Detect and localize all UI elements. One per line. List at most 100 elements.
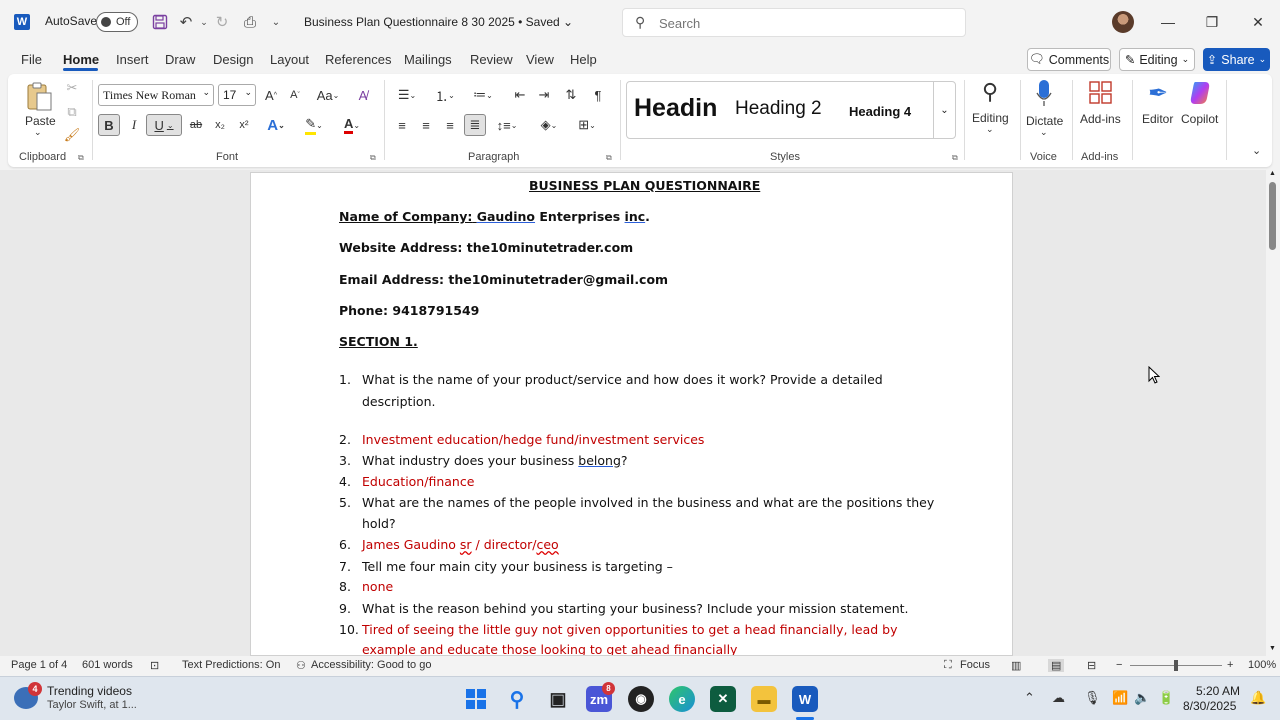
- notifications-icon[interactable]: 🔔: [1250, 690, 1266, 706]
- tab-design[interactable]: Design: [213, 52, 253, 67]
- web-layout-icon[interactable]: ⊟: [1087, 659, 1096, 672]
- align-right-icon[interactable]: ≡: [440, 114, 460, 136]
- tab-file[interactable]: File: [21, 52, 42, 67]
- text-effects-icon[interactable]: A ⌄: [262, 114, 290, 136]
- increase-indent-icon[interactable]: ⇥: [534, 84, 554, 106]
- read-mode-icon[interactable]: ▥: [1011, 659, 1021, 672]
- accessibility-status[interactable]: Accessibility: Good to go: [311, 659, 431, 671]
- widget-title[interactable]: Trending videos: [47, 684, 132, 698]
- styles-launcher-icon[interactable]: ⧉: [952, 153, 958, 163]
- tab-draw[interactable]: Draw: [165, 52, 195, 67]
- copy-icon[interactable]: ⧉: [64, 104, 80, 120]
- focus-button[interactable]: Focus: [960, 659, 990, 671]
- proofing-icon[interactable]: ⊡: [150, 659, 159, 672]
- comments-button[interactable]: 🗨 Comments: [1027, 48, 1111, 71]
- autosave-toggle[interactable]: Off: [96, 12, 138, 32]
- shrink-font-icon[interactable]: Aˇ: [286, 84, 304, 106]
- editor-icon[interactable]: ✒: [1144, 78, 1172, 108]
- search-box[interactable]: ⚲: [622, 8, 966, 37]
- add-ins-icon[interactable]: [1088, 80, 1114, 106]
- style-heading-1[interactable]: Headin: [634, 94, 717, 123]
- restore-icon[interactable]: ❐: [1200, 10, 1224, 34]
- strikethrough-button[interactable]: ab: [186, 114, 206, 136]
- scroll-up-icon[interactable]: ▲: [1269, 170, 1276, 177]
- scroll-thumb[interactable]: [1269, 182, 1276, 250]
- tab-home[interactable]: Home: [63, 52, 99, 67]
- undo-dropdown-icon[interactable]: ⌄: [194, 12, 214, 32]
- style-heading-4[interactable]: Heading 4: [849, 104, 911, 119]
- edge-icon[interactable]: e: [669, 686, 695, 712]
- text-predictions-status[interactable]: Text Predictions: On: [182, 659, 280, 671]
- font-launcher-icon[interactable]: ⧉: [370, 153, 376, 163]
- paste-label[interactable]: Paste: [25, 114, 56, 128]
- highlight-icon[interactable]: ✎ ⌄: [300, 114, 328, 136]
- quick-print-icon[interactable]: ⎙: [240, 12, 260, 32]
- multilevel-list-icon[interactable]: ≔ ⌄: [468, 84, 498, 106]
- tab-references[interactable]: References: [325, 52, 391, 67]
- page-count[interactable]: Page 1 of 4: [11, 659, 67, 671]
- microphone-tray-icon[interactable]: 🎙: [1084, 690, 1101, 706]
- share-button[interactable]: ⇪ Share ⌄: [1203, 48, 1270, 71]
- search-taskbar-icon[interactable]: ⚲: [504, 686, 530, 712]
- styles-gallery[interactable]: Headin Heading 2 Heading 4 ⌄: [626, 81, 956, 139]
- close-icon[interactable]: ✕: [1246, 10, 1270, 34]
- copilot-icon[interactable]: [1186, 80, 1214, 106]
- document-page[interactable]: BUSINESS PLAN QUESTIONNAIRE Name of Comp…: [250, 172, 1013, 656]
- bold-button[interactable]: B: [98, 114, 120, 136]
- align-center-icon[interactable]: ≡: [416, 114, 436, 136]
- start-icon[interactable]: [463, 686, 489, 712]
- dictate-label[interactable]: Dictate: [1026, 114, 1063, 128]
- editing-group-button[interactable]: Editing: [972, 111, 1009, 125]
- paste-dropdown-icon[interactable]: ⌄: [34, 127, 42, 138]
- align-left-icon[interactable]: ≡: [392, 114, 412, 136]
- bullets-icon[interactable]: ☰ ⌄: [392, 84, 422, 106]
- zoom-in-button[interactable]: +: [1227, 659, 1233, 671]
- change-case-icon[interactable]: Aa ⌄: [314, 84, 342, 106]
- add-ins-button[interactable]: Add-ins: [1080, 112, 1121, 126]
- style-heading-2[interactable]: Heading 2: [735, 98, 822, 120]
- tab-help[interactable]: Help: [570, 52, 597, 67]
- sort-icon[interactable]: ⇅: [560, 84, 582, 106]
- copilot-button[interactable]: Copilot: [1181, 112, 1218, 126]
- line-spacing-icon[interactable]: ↕≡ ⌄: [492, 114, 522, 136]
- wifi-icon[interactable]: 📶: [1112, 690, 1128, 706]
- font-size-select[interactable]: 17 ⌄: [218, 84, 256, 106]
- format-painter-icon[interactable]: 🖌: [64, 127, 81, 143]
- task-view-icon[interactable]: ▣: [545, 686, 571, 712]
- numbering-icon[interactable]: ⒈ ⌄: [430, 84, 460, 106]
- editor-button[interactable]: Editor: [1142, 112, 1173, 126]
- styles-more-icon[interactable]: ⌄: [933, 82, 955, 138]
- font-color-icon[interactable]: A ⌄: [338, 114, 366, 136]
- clear-formatting-icon[interactable]: A̸: [352, 84, 374, 106]
- underline-button[interactable]: U ⌄: [146, 114, 182, 136]
- search-input[interactable]: [659, 14, 949, 32]
- file-explorer-icon[interactable]: ▬: [751, 686, 777, 712]
- justify-icon[interactable]: ≣: [464, 114, 486, 136]
- word-count[interactable]: 601 words: [82, 659, 133, 671]
- customize-toolbar-icon[interactable]: ⌄: [266, 12, 286, 32]
- zoom-slider-thumb[interactable]: [1174, 660, 1178, 671]
- superscript-button[interactable]: x²: [234, 114, 254, 136]
- save-icon[interactable]: [150, 12, 170, 32]
- obs-icon[interactable]: ◉: [628, 686, 654, 712]
- tab-review[interactable]: Review: [470, 52, 513, 67]
- cut-icon[interactable]: ✂: [64, 80, 80, 96]
- clock-date[interactable]: 8/30/2025: [1183, 699, 1236, 713]
- find-icon[interactable]: ⚲: [976, 78, 1004, 106]
- document-title[interactable]: Business Plan Questionnaire 8 30 2025 • …: [304, 15, 573, 29]
- clock-time[interactable]: 5:20 AM: [1196, 684, 1240, 698]
- battery-icon[interactable]: 🔋: [1158, 690, 1174, 706]
- widget-subtitle[interactable]: Taylor Swift, at 1...: [47, 699, 137, 711]
- chevron-down-icon[interactable]: ⌄: [1040, 127, 1048, 138]
- paste-icon[interactable]: [24, 80, 54, 112]
- volume-icon[interactable]: 🔈: [1134, 690, 1150, 706]
- scroll-down-icon[interactable]: ▼: [1269, 645, 1276, 652]
- onedrive-icon[interactable]: ☁: [1052, 690, 1065, 706]
- chevron-down-icon[interactable]: ⌄: [986, 124, 994, 135]
- decrease-indent-icon[interactable]: ⇤: [510, 84, 530, 106]
- undo-icon[interactable]: ↶: [176, 12, 196, 32]
- chevron-up-icon[interactable]: ⌃: [1024, 690, 1035, 706]
- zoom-out-button[interactable]: −: [1116, 659, 1122, 671]
- font-family-select[interactable]: Times New Roman ⌄: [98, 84, 214, 106]
- clipboard-launcher-icon[interactable]: ⧉: [78, 153, 84, 163]
